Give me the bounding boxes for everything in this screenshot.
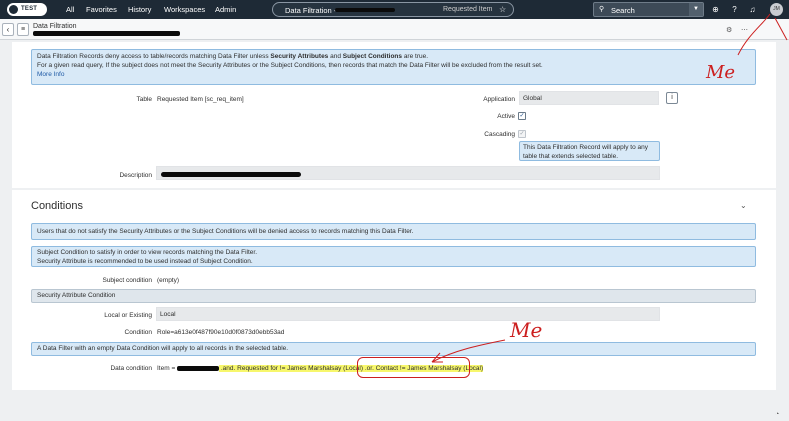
more-options-icon[interactable]: ⋯ <box>741 26 748 34</box>
chevron-down-icon[interactable]: ⌄ <box>740 201 747 210</box>
condition-value: Role=a613e0f487f90e10d0f0873d0ebb53ad <box>157 329 285 336</box>
page-context-pill[interactable]: Data Filtration - Requested Item ☆ <box>272 2 514 17</box>
page-context-subtitle: Requested Item <box>443 6 493 13</box>
data-condition-label: Data condition <box>110 365 152 372</box>
info-box-deny: Users that do not satisfy the Security A… <box>31 223 756 240</box>
settings-icon[interactable]: ⚙ <box>726 26 732 34</box>
menu-workspaces[interactable]: Workspaces <box>164 5 205 14</box>
menu-admin[interactable]: Admin <box>215 5 236 14</box>
form-title: Data Filtration <box>33 23 77 30</box>
cascading-hint: This Data Filtration Record will apply t… <box>519 141 660 161</box>
more-info-link[interactable]: More Info <box>37 71 750 80</box>
help-circle-icon[interactable]: ◔ <box>775 411 779 418</box>
info-box-data-filtration: Data Filtration Records deny access to t… <box>31 49 756 85</box>
search-input[interactable]: Search <box>611 6 635 15</box>
info-line-2: For a given read query, If the subject d… <box>37 61 543 69</box>
globe-icon[interactable]: ⊕ <box>711 5 720 14</box>
annotation-circle <box>357 357 470 378</box>
menu-all[interactable]: All <box>66 5 74 14</box>
redacted-text <box>33 31 180 36</box>
redacted-text <box>161 172 301 177</box>
condition-label: Condition <box>124 329 152 336</box>
active-label: Active <box>497 113 515 120</box>
annotation-me-bottom: Me <box>510 318 543 342</box>
active-checkbox[interactable]: ✓ <box>518 112 526 120</box>
cascading-label: Cascading <box>484 131 515 138</box>
global-search[interactable]: ⚲ Search ▼ <box>593 2 704 17</box>
cascading-checkbox[interactable]: ✓ <box>518 130 526 138</box>
conditions-heading: Conditions <box>31 200 83 212</box>
info-icon[interactable]: i <box>666 92 678 104</box>
back-button[interactable]: ‹ <box>2 23 14 36</box>
chevron-down-icon[interactable]: ▼ <box>689 3 703 16</box>
form-header: ‹ ≡ Data Filtration ⚙ ⋯ <box>0 19 789 40</box>
bell-icon[interactable]: ♫ <box>748 5 757 14</box>
info-box-empty-data-condition: A Data Filter with an empty Data Conditi… <box>31 342 756 356</box>
logo-mark-icon <box>9 5 18 14</box>
table-label: Table <box>136 96 152 103</box>
avatar[interactable]: JM <box>770 3 783 16</box>
application-label: Application <box>483 96 515 103</box>
logo-text: TEST <box>21 6 38 12</box>
local-or-existing-label: Local or Existing <box>104 312 152 319</box>
security-attribute-header: Security Attribute Condition <box>31 289 756 303</box>
annotation-me-top: Me <box>706 62 736 83</box>
top-navigation: TEST All Favorites History Workspaces Ad… <box>0 0 789 19</box>
description-field[interactable] <box>156 166 660 180</box>
info-line-1: Data Filtration Records deny access to t… <box>37 53 429 60</box>
help-icon[interactable]: ? <box>730 5 739 14</box>
menu-icon[interactable]: ≡ <box>17 23 29 36</box>
search-icon: ⚲ <box>599 6 605 13</box>
subject-condition-value: (empty) <box>157 277 180 284</box>
star-icon[interactable]: ☆ <box>499 5 506 14</box>
menu-favorites[interactable]: Favorites <box>86 5 117 14</box>
menu-history[interactable]: History <box>128 5 151 14</box>
application-field[interactable]: Global <box>519 91 659 105</box>
info-box-subject: Subject Condition to satisfy in order to… <box>31 246 756 267</box>
redacted-text <box>177 365 220 371</box>
page-context-title: Data Filtration - <box>285 6 337 15</box>
logo[interactable]: TEST <box>7 3 47 16</box>
description-label: Description <box>119 172 152 179</box>
local-or-existing-field[interactable]: Local <box>156 307 660 321</box>
table-value: Requested Item [sc_req_item] <box>157 96 244 103</box>
redacted-text <box>335 8 395 12</box>
subject-condition-label: Subject condition <box>102 277 152 284</box>
